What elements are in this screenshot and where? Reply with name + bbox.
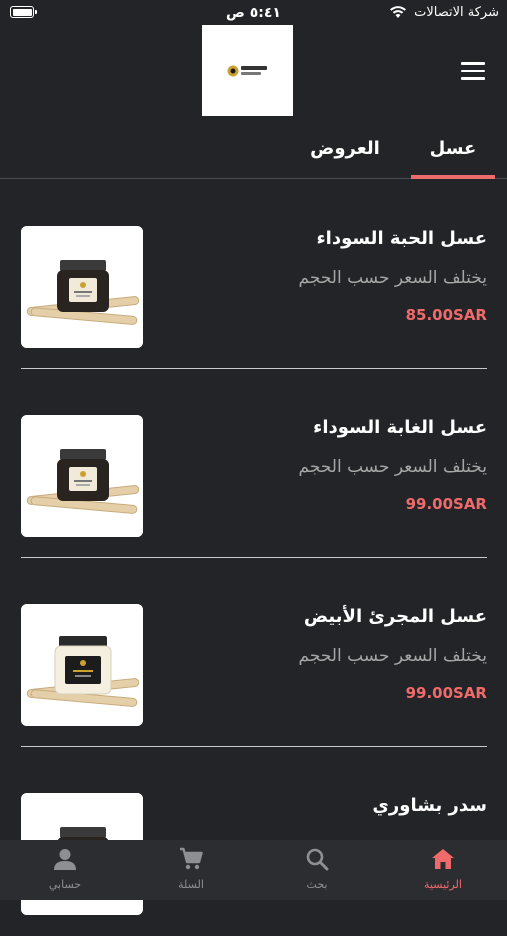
nav-account[interactable]: حسابي xyxy=(20,846,110,891)
honey-jar-icon xyxy=(21,604,143,726)
product-description: يختلف السعر حسب الحجم xyxy=(298,457,487,477)
product-name: عسل الغابة السوداء xyxy=(313,417,487,438)
product-description: يختلف السعر حسب الحجم xyxy=(298,268,487,288)
product-name: سدر بشاوري xyxy=(372,795,487,816)
product-image xyxy=(21,226,143,348)
active-tab-indicator xyxy=(411,175,495,179)
product-price: 85.00SAR xyxy=(405,306,487,324)
menu-button[interactable] xyxy=(461,62,485,80)
nav-cart-label: السلة xyxy=(178,878,204,891)
product-image xyxy=(21,415,143,537)
category-tabs: عسل العروض xyxy=(0,130,507,179)
hamburger-icon xyxy=(461,62,485,65)
nav-cart[interactable]: السلة xyxy=(146,846,236,891)
product-name: عسل المجرئ الأبيض xyxy=(303,606,487,627)
wifi-icon xyxy=(390,6,406,18)
tab-honey[interactable]: عسل xyxy=(411,138,495,159)
nav-home-label: الرئيسية xyxy=(424,878,462,891)
nav-search-label: بحث xyxy=(306,878,328,891)
product-card[interactable]: عسل المجرئ الأبيض يختلف السعر حسب الحجم … xyxy=(0,558,507,747)
product-price: 99.00SAR xyxy=(405,495,487,513)
brand-logo[interactable] xyxy=(202,25,293,116)
product-price: 99.00SAR xyxy=(405,684,487,702)
product-name: عسل الحبة السوداء xyxy=(316,228,487,249)
honey-jar-icon xyxy=(21,415,143,537)
search-icon xyxy=(306,848,329,871)
nav-account-label: حسابي xyxy=(48,878,82,891)
honey-jar-icon xyxy=(21,226,143,348)
product-card[interactable]: عسل الغابة السوداء يختلف السعر حسب الحجم… xyxy=(0,369,507,558)
product-card[interactable]: عسل الحبة السوداء يختلف السعر حسب الحجم … xyxy=(0,180,507,369)
cart-icon xyxy=(180,847,203,870)
nahla-logo-icon xyxy=(227,65,267,77)
carrier-name: شركة الاتصالات xyxy=(414,5,499,20)
home-icon xyxy=(432,849,454,869)
tab-offers[interactable]: العروض xyxy=(300,138,390,159)
product-description: يختلف السعر حسب الحجم xyxy=(298,646,487,666)
product-image xyxy=(21,604,143,726)
user-icon xyxy=(54,849,76,870)
bottom-nav: الرئيسية بحث السلة حسابي xyxy=(0,840,507,900)
nav-search[interactable]: بحث xyxy=(272,846,362,891)
status-bar: ٥:٤١ ص شركة الاتصالات xyxy=(0,0,507,28)
nav-home[interactable]: الرئيسية xyxy=(398,846,488,891)
